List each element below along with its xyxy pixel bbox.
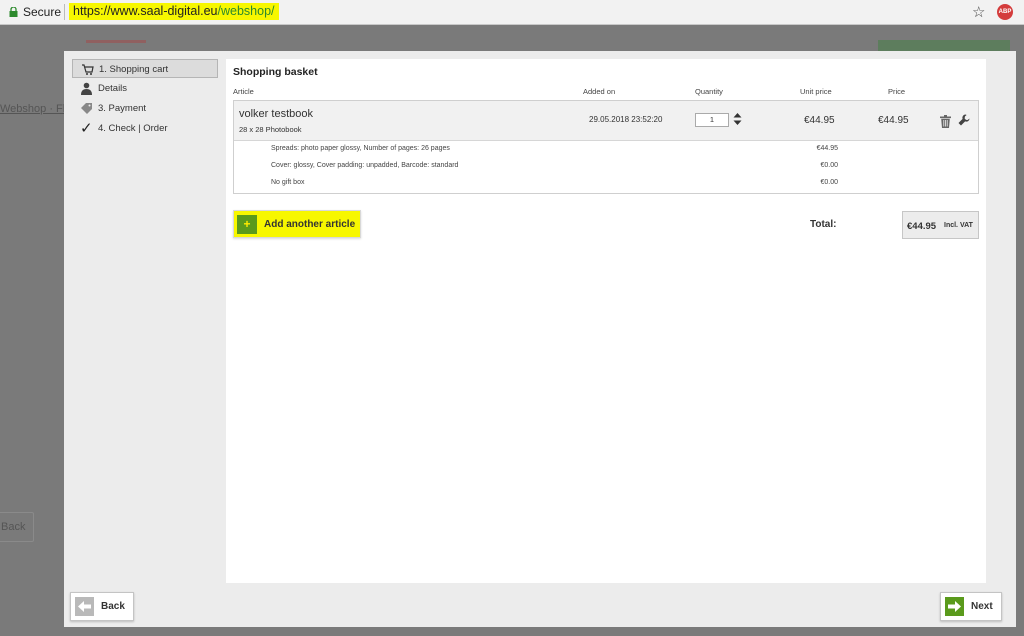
back-button[interactable]: Back (70, 592, 134, 621)
item-detail-price: €0.00 (820, 179, 838, 186)
item-detail-price: €44.95 (816, 145, 838, 152)
background-breadcrumb: Webshop · Fla (0, 103, 72, 115)
step-label: 1. Shopping cart (99, 64, 169, 75)
browser-address-bar: Secure https://www.saal-digital.eu/websh… (0, 0, 1024, 25)
quantity-stepper-icon[interactable] (733, 112, 742, 126)
item-detail-row: Cover: glossy, Cover padding: unpadded, … (271, 162, 459, 169)
column-header-quantity: Quantity (695, 87, 723, 96)
basket-item: volker testbook 28 x 28 Photobook 29.05.… (233, 100, 979, 194)
bookmark-star-icon[interactable]: ☆ (972, 3, 985, 21)
column-header-added-on: Added on (583, 87, 616, 96)
background-back-button: Back (0, 512, 34, 542)
total-vat-note: Incl. VAT (944, 222, 973, 229)
column-header-unit-price: Unit price (800, 87, 832, 96)
trash-icon[interactable] (940, 115, 951, 128)
arrow-left-icon (75, 597, 94, 616)
plus-icon: + (237, 215, 257, 234)
basket-item-header: volker testbook 28 x 28 Photobook 29.05.… (234, 101, 978, 141)
tag-icon (81, 103, 92, 114)
person-icon (81, 82, 92, 95)
total-box: €44.95 Incl. VAT (902, 211, 979, 239)
next-label: Next (971, 601, 993, 612)
url-path: /webshop/ (217, 4, 275, 18)
wrench-icon[interactable] (958, 114, 970, 126)
item-unit-price: €44.95 (804, 115, 835, 126)
item-detail-row: Spreads: photo paper glossy, Number of p… (271, 145, 450, 152)
back-label: Back (101, 601, 125, 612)
cart-icon (82, 64, 94, 75)
step-details[interactable]: Details (72, 79, 218, 98)
secure-label: Secure (23, 5, 62, 19)
step-check-order[interactable]: ✓ 4. Check | Order (72, 119, 218, 138)
adblock-icon[interactable]: ABP (997, 4, 1013, 20)
step-shopping-cart[interactable]: 1. Shopping cart (72, 59, 218, 78)
page-title: Shopping basket (233, 66, 318, 78)
step-label: Details (98, 83, 128, 94)
add-article-label: Add another article (264, 219, 356, 230)
url-host: https://www.saal-digital.eu (73, 4, 218, 18)
step-payment[interactable]: 3. Payment (72, 99, 218, 118)
total-value: €44.95 (907, 221, 937, 232)
basket-panel: Shopping basket Article Added on Quantit… (226, 59, 986, 583)
column-header-article: Article (233, 87, 254, 96)
checkout-modal: 1. Shopping cart Details 3. Payment ✓ 4.… (64, 51, 1016, 627)
next-button[interactable]: Next (940, 592, 1002, 621)
arrow-right-icon (945, 597, 964, 616)
item-detail-row: No gift box (271, 179, 305, 186)
url-separator (64, 4, 65, 20)
item-price: €44.95 (878, 115, 909, 126)
step-label: 3. Payment (98, 103, 147, 114)
item-subtitle: 28 x 28 Photobook (239, 125, 302, 134)
item-added-on: 29.05.2018 23:52:20 (589, 115, 663, 124)
quantity-input[interactable]: 1 (695, 113, 729, 127)
step-label: 4. Check | Order (98, 123, 168, 134)
checkout-steps: 1. Shopping cart Details 3. Payment ✓ 4.… (72, 59, 218, 139)
total-label: Total: (810, 219, 837, 230)
item-detail-price: €0.00 (820, 162, 838, 169)
check-icon: ✓ (80, 120, 93, 137)
column-header-price: Price (888, 87, 906, 96)
lock-icon (9, 7, 18, 17)
url-field[interactable]: https://www.saal-digital.eu/webshop/ (69, 3, 279, 20)
item-name: volker testbook (239, 108, 313, 120)
add-another-article-button[interactable]: + Add another article (233, 210, 361, 238)
